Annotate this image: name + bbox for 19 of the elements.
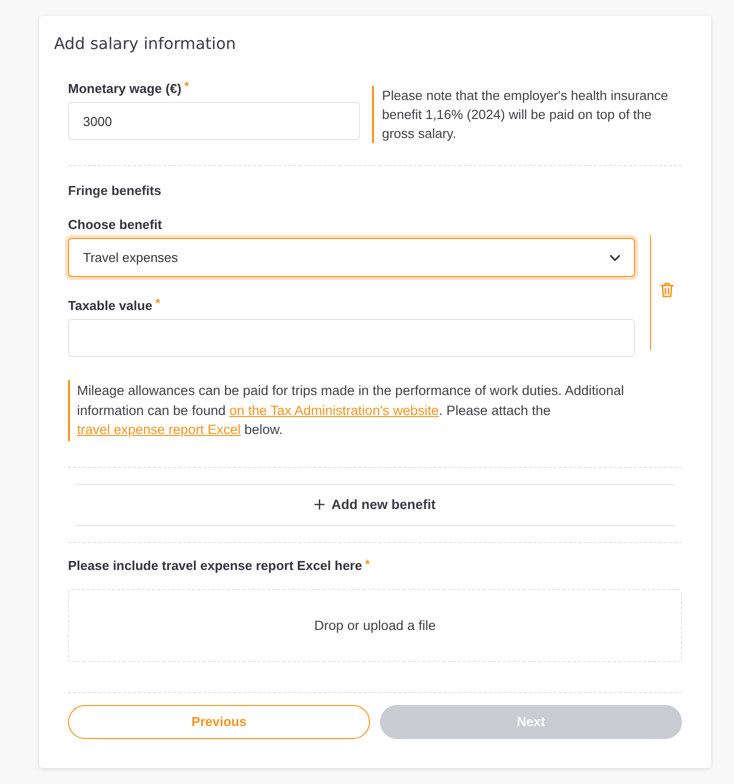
required-mark: *	[155, 297, 160, 309]
taxable-value-input[interactable]	[68, 319, 635, 357]
wage-input[interactable]: 3000	[68, 102, 360, 140]
benefit-dropdown[interactable]: Travel expenses	[68, 238, 635, 277]
field-label: Taxable value	[68, 298, 152, 312]
field-label: Choose benefit	[68, 216, 162, 232]
file-dropzone[interactable]: Drop or upload a file	[68, 588, 682, 662]
form-title: Add salary information	[54, 34, 236, 54]
chevron-down-icon	[610, 254, 620, 260]
section-heading: Fringe benefits	[68, 183, 162, 199]
info-note: Mileage allowances can be paid for trips made in the performance of work duties. Additional information can be found on the Tax Administration's website. Please attach the travel expense report Excel below.	[68, 380, 682, 440]
required-mark: *	[365, 558, 370, 570]
required-mark: *	[184, 80, 190, 92]
info-note: Please note that the employer's health insurance benefit 1,16% (2024) will be paid on top of the gross salary.	[372, 86, 682, 143]
field-label: Please include travel expense report Excel here	[68, 558, 362, 573]
field-label: Monetary wage (€)	[68, 80, 182, 96]
add-benefit-button[interactable]: Add new benefit	[75, 484, 675, 526]
delete-icon[interactable]	[660, 282, 674, 298]
plus-icon	[314, 499, 326, 510]
